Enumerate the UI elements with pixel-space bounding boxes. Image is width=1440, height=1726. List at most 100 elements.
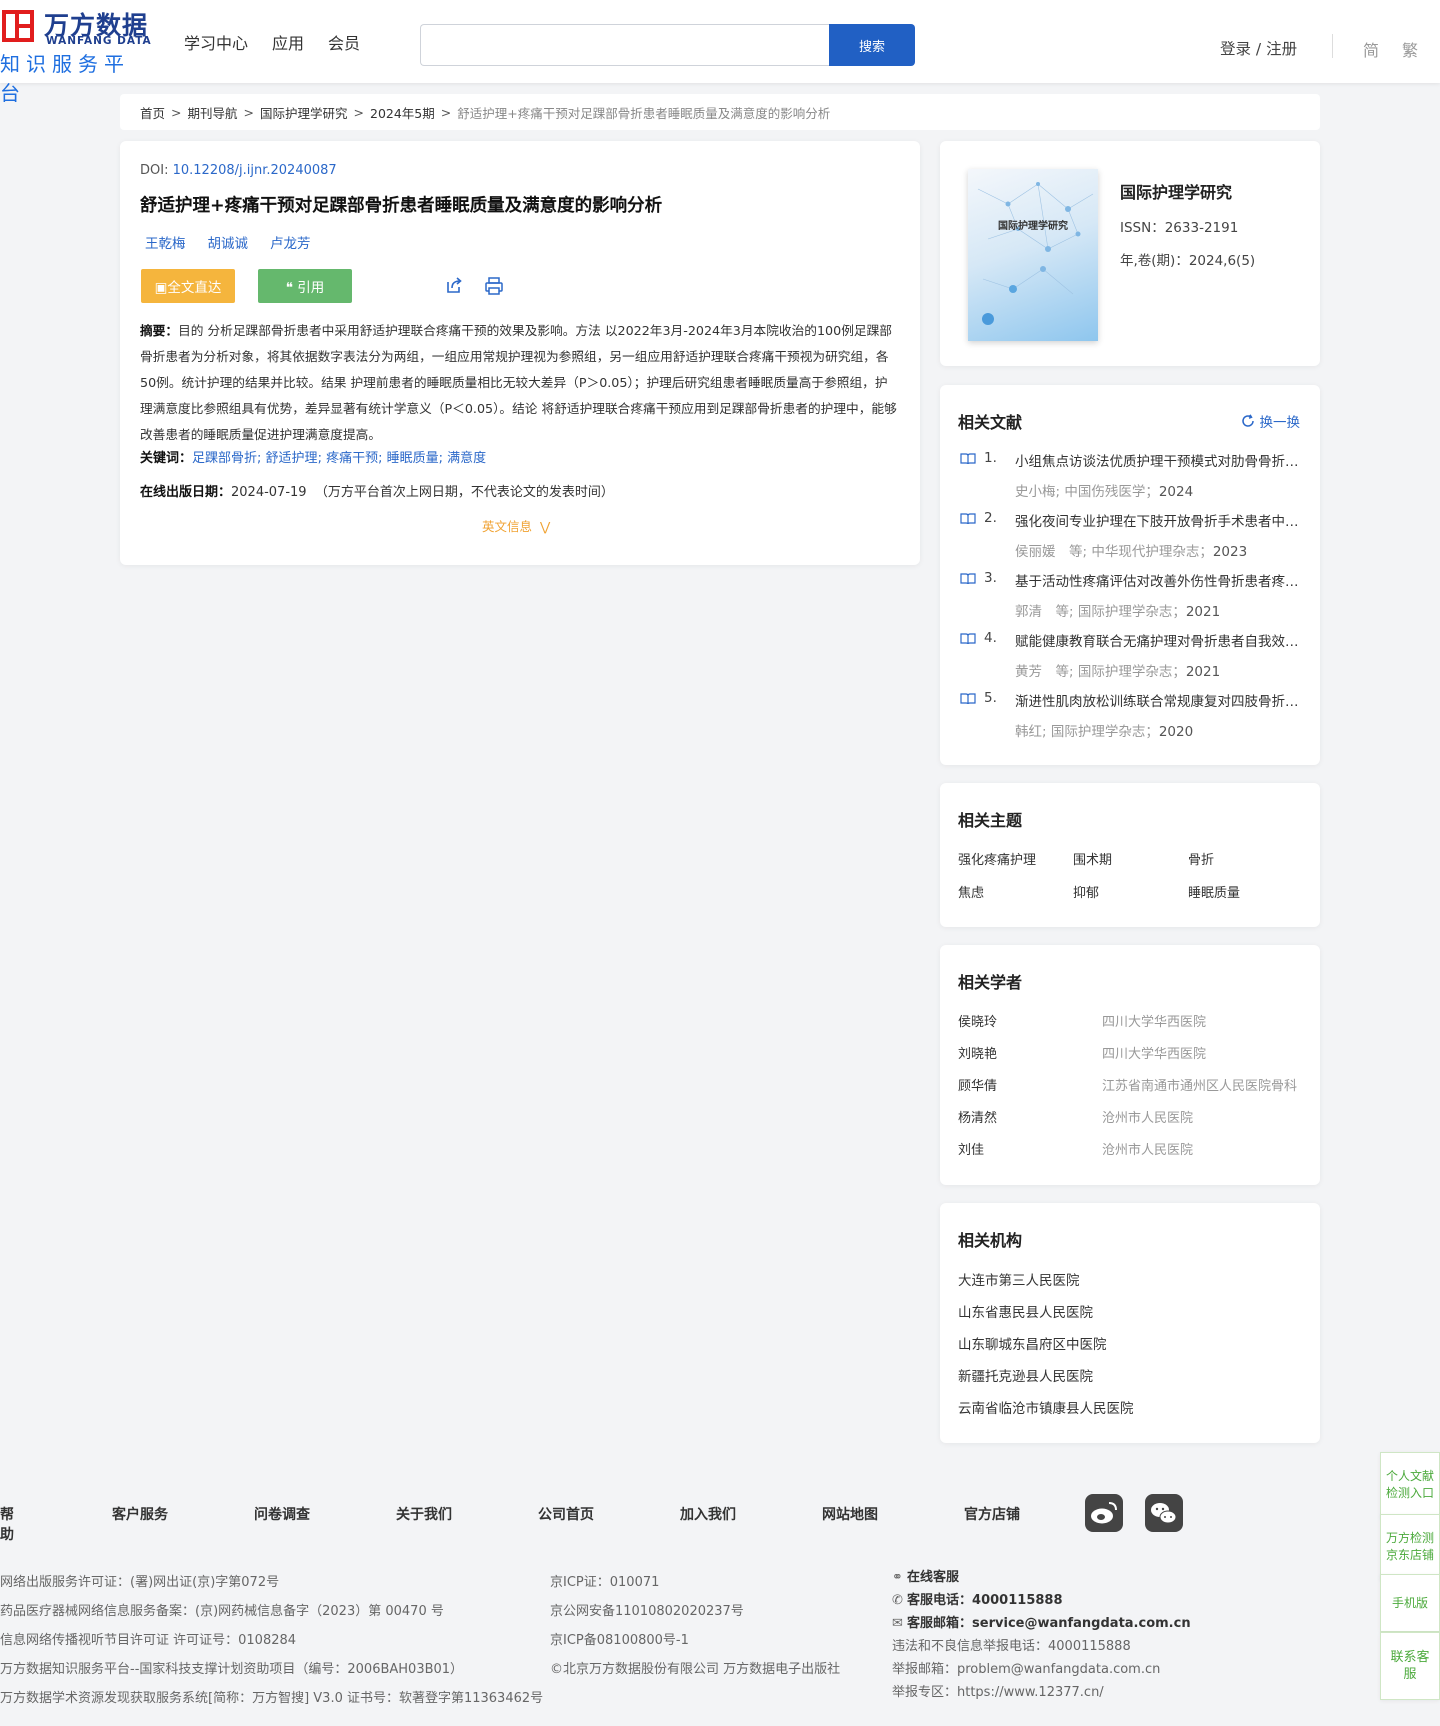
crumb-home[interactable]: 首页 — [140, 103, 165, 122]
institution-link[interactable]: 山东聊城东昌府区中医院 — [958, 1337, 1107, 1353]
crumb-journal[interactable]: 国际护理学研究 — [260, 103, 348, 122]
topic-link[interactable]: 睡眠质量 — [1188, 882, 1303, 901]
topic-link[interactable]: 抑郁 — [1073, 882, 1188, 901]
list-item: 3. 基于活动性疼痛评估对改善外伤性骨折患者疼痛的效果 郭清 等; 国际护理学杂… — [960, 569, 1305, 629]
nav-apps[interactable]: 应用 — [272, 30, 304, 54]
author-link[interactable]: 胡诚诚 — [208, 232, 249, 252]
journal-cover[interactable]: 国际护理学研究 — [968, 169, 1098, 341]
footer-link-service[interactable]: 客户服务 — [112, 1504, 168, 1524]
keyword-link[interactable]: 足踝部骨折 — [192, 451, 257, 466]
side-contact-service[interactable]: 联系客服 — [1380, 1632, 1440, 1700]
institution-link[interactable]: 云南省临沧市镇康县人民医院 — [958, 1401, 1134, 1417]
scholar-name-link[interactable]: 刘佳 — [958, 1139, 1102, 1171]
headset-icon: ⚭ — [892, 1570, 908, 1585]
keyword-sep: ; — [257, 451, 266, 466]
scholar-name-link[interactable]: 杨清然 — [958, 1107, 1102, 1139]
footer-link-store[interactable]: 官方店铺 — [964, 1504, 1020, 1524]
topic-link[interactable]: 焦虑 — [958, 882, 1073, 901]
nav-learning-center[interactable]: 学习中心 — [184, 30, 248, 54]
footer-link-company[interactable]: 公司首页 — [538, 1504, 594, 1524]
refresh-button[interactable]: 换一换 — [1241, 411, 1301, 431]
literature-year: 2021 — [1185, 664, 1221, 680]
footer-link-sitemap[interactable]: 网站地图 — [822, 1504, 878, 1524]
footer-link-about[interactable]: 关于我们 — [396, 1504, 452, 1524]
english-info-toggle[interactable]: 英文信息 ⋁ — [482, 516, 550, 535]
crumb-issue[interactable]: 2024年5期 — [370, 103, 435, 122]
doi-link[interactable]: 10.12208/j.ijnr.20240087 — [173, 163, 337, 178]
email-address: service@wanfangdata.com.cn — [972, 1616, 1191, 1631]
institution-link[interactable]: 山东省惠民县人民医院 — [958, 1305, 1093, 1321]
related-literature-list: 1. 小组焦点访谈法优质护理干预模式对肋骨骨折患者的影响 史小梅; 中国伤残医学… — [960, 449, 1305, 749]
scholar-org-link[interactable]: 江苏省南通市通州区人民医院骨科 — [1102, 1075, 1302, 1107]
book-icon — [960, 513, 976, 525]
lang-simplified[interactable]: 简 — [1363, 37, 1379, 61]
keyword-sep: ; — [378, 451, 387, 466]
header-divider — [1332, 34, 1333, 58]
literature-title-link[interactable]: 基于活动性疼痛评估对改善外伤性骨折患者疼痛的效果 — [1015, 570, 1305, 590]
literature-year: 2021 — [1185, 604, 1221, 620]
print-icon[interactable] — [484, 276, 504, 296]
literature-title-link[interactable]: 强化夜间专业护理在下肢开放骨折手术患者中的应用 — [1015, 510, 1305, 530]
online-service-link[interactable]: ⚭ 在线客服 — [892, 1570, 959, 1585]
footer-text: 京公网安备11010802020237号 — [550, 1604, 744, 1619]
scholar-org-link[interactable]: 四川大学华西医院 — [1102, 1043, 1302, 1075]
share-icon[interactable] — [444, 276, 464, 296]
side-plagiarism-check[interactable]: 个人文献检测入口 — [1380, 1452, 1440, 1518]
side-jd-store[interactable]: 万方检测京东店铺 — [1380, 1514, 1440, 1580]
keyword-link[interactable]: 疼痛干预 — [326, 451, 378, 466]
cite-label: 引用 — [297, 280, 325, 296]
keyword-link[interactable]: 睡眠质量 — [387, 451, 439, 466]
scholar-name-link[interactable]: 顾华倩 — [958, 1075, 1102, 1107]
nav-membership[interactable]: 会员 — [328, 30, 360, 54]
topic-link[interactable]: 骨折 — [1188, 849, 1303, 868]
list-item: 1. 小组焦点访谈法优质护理干预模式对肋骨骨折患者的影响 史小梅; 中国伤残医学… — [960, 449, 1305, 509]
article-title: 舒适护理+疼痛干预对足踝部骨折患者睡眠质量及满意度的影响分析 — [140, 196, 663, 216]
cover-title: 国际护理学研究 — [998, 221, 1068, 232]
list-number: 5. — [984, 690, 997, 706]
scholar-org-link[interactable]: 沧州市人民医院 — [1102, 1139, 1302, 1171]
literature-title-link[interactable]: 小组焦点访谈法优质护理干预模式对肋骨骨折患者的影响 — [1015, 450, 1305, 470]
scholar-name-link[interactable]: 刘晓艳 — [958, 1043, 1102, 1075]
fulltext-icon: ▣ — [154, 280, 168, 296]
wechat-icon[interactable] — [1145, 1494, 1183, 1532]
scholar-org-link[interactable]: 沧州市人民医院 — [1102, 1107, 1302, 1139]
footer-text: 药品医疗器械网络信息服务备案：(京)网药械信息备字（2023）第 00470 号 — [0, 1604, 444, 1619]
topic-link[interactable]: 强化疼痛护理 — [958, 849, 1073, 868]
scholar-name-link[interactable]: 侯晓玲 — [958, 1011, 1102, 1043]
institution-link[interactable]: 新疆托克逊县人民医院 — [958, 1369, 1093, 1385]
footer-link-help[interactable]: 帮助 — [0, 1504, 14, 1544]
phone-icon: ✆ — [892, 1593, 908, 1608]
institution-link[interactable]: 大连市第三人民医院 — [958, 1273, 1080, 1289]
crumb-journal-nav[interactable]: 期刊导航 — [188, 103, 238, 122]
footer-link-join[interactable]: 加入我们 — [680, 1504, 736, 1524]
fulltext-button[interactable]: ▣全文直达 — [141, 269, 235, 303]
doi-line: DOI: 10.12208/j.ijnr.20240087 — [140, 163, 337, 178]
crumb-current: 舒适护理+疼痛干预对足踝部骨折患者睡眠质量及满意度的影响分析 — [457, 105, 831, 121]
institution-list: 大连市第三人民医院 山东省惠民县人民医院 山东聊城东昌府区中医院 新疆托克逊县人… — [958, 1269, 1134, 1429]
footer-link-survey[interactable]: 问卷调查 — [254, 1504, 310, 1524]
author-link[interactable]: 卢龙芳 — [270, 232, 311, 252]
login-register-link[interactable]: 登录 / 注册 — [1220, 37, 1297, 59]
footer-text: 京ICP证：010071 — [550, 1575, 660, 1590]
weibo-icon[interactable] — [1085, 1494, 1123, 1532]
related-institutions-title: 相关机构 — [958, 1231, 1023, 1250]
report-site-link[interactable]: 举报专区：https://www.12377.cn/ — [892, 1685, 1104, 1700]
author-link[interactable]: 王乾梅 — [145, 232, 186, 252]
refresh-icon — [1241, 414, 1254, 427]
scholar-org-link[interactable]: 四川大学华西医院 — [1102, 1011, 1302, 1043]
wanfang-logo[interactable]: 万方数据 WANFANG DATA 知识服务平台 — [0, 6, 155, 105]
literature-source: 侯丽媛 等; 中华现代护理杂志； — [1015, 544, 1213, 560]
keyword-link[interactable]: 舒适护理 — [266, 451, 318, 466]
cite-button[interactable]: ❝ 引用 — [258, 269, 352, 303]
literature-title-link[interactable]: 渐进性肌肉放松训练联合常规康复对四肢骨折患者的影响 — [1015, 690, 1305, 710]
literature-title-link[interactable]: 赋能健康教育联合无痛护理对骨折患者自我效能的影响 — [1015, 630, 1305, 650]
keyword-link[interactable]: 满意度 — [447, 451, 486, 466]
journal-name[interactable]: 国际护理学研究 — [1120, 179, 1232, 203]
search-button[interactable]: 搜索 — [829, 24, 915, 66]
pubdate-line: 在线出版日期：2024-07-19 （万方平台首次上网日期，不代表论文的发表时间… — [140, 481, 614, 500]
side-mobile[interactable]: 手机版 — [1380, 1574, 1440, 1632]
topic-link[interactable]: 围术期 — [1073, 849, 1188, 868]
search-input[interactable] — [420, 24, 830, 66]
refresh-label: 换一换 — [1259, 415, 1301, 431]
lang-traditional[interactable]: 繁 — [1402, 37, 1418, 61]
